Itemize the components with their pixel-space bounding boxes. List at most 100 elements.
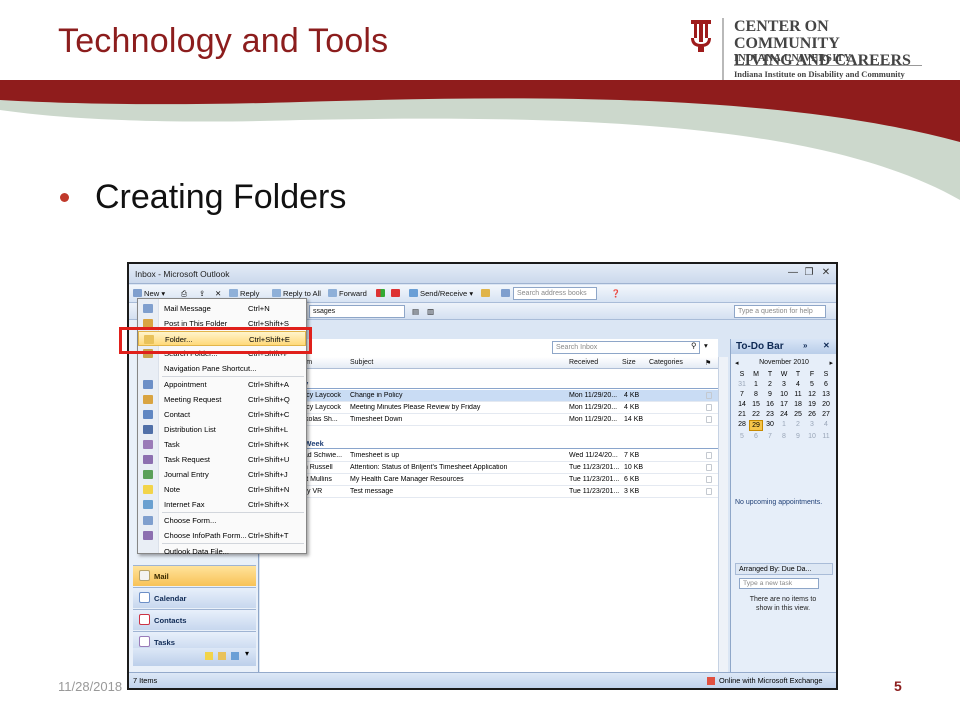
calendar-day[interactable]: 28 [735,420,749,431]
close-icon[interactable]: ✕ [819,267,833,278]
calendar-day[interactable]: 16 [763,400,777,409]
calendar-day[interactable]: 18 [791,400,805,409]
calendar-day[interactable]: 14 [735,400,749,409]
help-icon[interactable]: ❓ [611,289,620,298]
move-icon[interactable]: ⇪ [199,289,205,298]
close-todo-icon[interactable]: ✕ [823,341,830,350]
find-icon[interactable] [481,289,492,298]
calendar-day[interactable]: 11 [791,390,805,399]
menu-item[interactable]: Contact Ctrl+Shift+C [138,407,306,422]
delete-icon[interactable]: ✕ [215,289,221,298]
mail-row[interactable]: ert Mullins My Health Care Manager Resour… [260,474,718,486]
minimize-icon[interactable]: — [786,267,800,278]
forward-button[interactable]: Forward [328,289,367,298]
group-last-week[interactable]: t Week [260,438,718,449]
calendar-day[interactable]: 12 [805,390,819,399]
column-flag-icon[interactable]: ⚑ [705,359,711,367]
calendar-day[interactable]: 3 [805,420,819,431]
calendar-day[interactable]: 23 [763,410,777,419]
column-subject[interactable]: Subject [350,359,373,366]
calendar-day[interactable]: 29 [749,420,763,431]
menu-item[interactable]: Navigation Pane Shortcut... [138,361,306,376]
follow-up-flag-icon[interactable] [706,488,712,495]
flag-icon[interactable] [391,289,402,298]
calendar-day[interactable]: 1 [749,380,763,389]
expand-todo-icon[interactable]: » [803,341,807,350]
new-button[interactable]: New ▾ [133,289,165,298]
arranged-by-header[interactable]: Arranged By: Due Da... [735,563,833,575]
calendar-day[interactable]: 19 [805,400,819,409]
calendar-day[interactable]: 4 [819,420,833,431]
calendar-day[interactable]: 22 [749,410,763,419]
follow-up-flag-icon[interactable] [706,392,712,399]
search-icon[interactable]: ⚲ [691,341,697,350]
follow-up-flag-icon[interactable] [706,464,712,471]
menu-item[interactable]: Meeting Request Ctrl+Shift+Q [138,392,306,407]
column-size[interactable]: Size [622,359,636,366]
reading-pane-icon[interactable]: ▥ [427,307,434,316]
mail-row[interactable]: racy Laycock Change in Policy Mon 11/29/20… [260,390,718,402]
column-received[interactable]: Received [569,359,598,366]
menu-item[interactable]: Task Ctrl+Shift+K [138,437,306,452]
menu-item[interactable]: Mail Message Ctrl+N [138,301,306,316]
mail-row[interactable]: racy Laycock Meeting Minutes Please Revie… [260,402,718,414]
menu-item[interactable]: Note Ctrl+Shift+N [138,482,306,497]
follow-up-flag-icon[interactable] [706,452,712,459]
calendar-day[interactable]: 1 [777,420,791,431]
follow-up-flag-icon[interactable] [706,404,712,411]
menu-item[interactable]: Outlook Data File... [138,544,306,559]
prev-month-icon[interactable]: ◂ [735,359,739,367]
calendar-day[interactable]: 10 [805,432,819,441]
configure-buttons-icon[interactable]: ▾ [245,649,249,658]
calendar-day[interactable]: 5 [735,432,749,441]
calendar-day[interactable]: 2 [791,420,805,431]
calendar-day[interactable]: 15 [749,400,763,409]
calendar-day[interactable]: 27 [819,410,833,419]
group-today[interactable]: ay [260,378,718,389]
folder-list-icon[interactable] [218,652,226,660]
calendar-day[interactable]: 30 [763,420,777,431]
calendar-day[interactable]: 11 [819,432,833,441]
nav-contacts[interactable]: Contacts [133,609,256,630]
calendar-day[interactable]: 4 [791,380,805,389]
new-task-input[interactable]: Type a new task [739,578,819,589]
mail-row[interactable]: had Schwie... Timesheet is up Wed 11/24/20… [260,450,718,462]
calendar-day[interactable]: 10 [777,390,791,399]
mail-row[interactable]: ickolas Sh... Timesheet Down Mon 11/29/20.… [260,414,718,426]
calendar-day[interactable]: 31 [735,380,749,389]
nav-mail[interactable]: Mail [133,565,256,586]
notes-icon[interactable] [205,652,213,660]
follow-up-flag-icon[interactable] [706,476,712,483]
mail-row[interactable]: an Russell Attention: Status of Briljent'… [260,462,718,474]
view-options-icon[interactable]: ▤ [412,307,419,316]
calendar-day[interactable]: 2 [763,380,777,389]
search-inbox-input[interactable]: Search Inbox [552,341,700,354]
calendar-day[interactable]: 20 [819,400,833,409]
calendar-day[interactable]: 17 [777,400,791,409]
calendar-day[interactable]: 7 [735,390,749,399]
restore-icon[interactable]: ❐ [802,267,816,278]
mail-list-scrollbar[interactable] [718,357,728,672]
calendar-day[interactable]: 6 [749,432,763,441]
calendar-day[interactable]: 9 [763,390,777,399]
calendar-day[interactable]: 26 [805,410,819,419]
shortcuts-icon[interactable] [231,652,239,660]
categorize-icon[interactable] [376,289,387,298]
nav-calendar[interactable]: Calendar [133,587,256,608]
calendar-day[interactable]: 24 [777,410,791,419]
next-month-icon[interactable]: ▸ [829,359,833,367]
calendar-day[interactable]: 9 [791,432,805,441]
reply-all-button[interactable]: Reply to All [272,289,321,298]
column-categories[interactable]: Categories [649,359,683,366]
calendar-day[interactable]: 5 [805,380,819,389]
calendar-day[interactable]: 21 [735,410,749,419]
calendar-day[interactable]: 7 [763,432,777,441]
calendar-day[interactable]: 25 [791,410,805,419]
search-address-books-input[interactable]: Search address books [513,287,597,300]
calendar-day[interactable]: 8 [749,390,763,399]
expand-search-icon[interactable]: ▾ [704,341,708,350]
menu-item[interactable]: Appointment Ctrl+Shift+A [138,377,306,392]
send-receive-button[interactable]: Send/Receive ▾ [409,289,473,298]
calendar-day[interactable]: 6 [819,380,833,389]
help-question-input[interactable]: Type a question for help [734,305,826,318]
